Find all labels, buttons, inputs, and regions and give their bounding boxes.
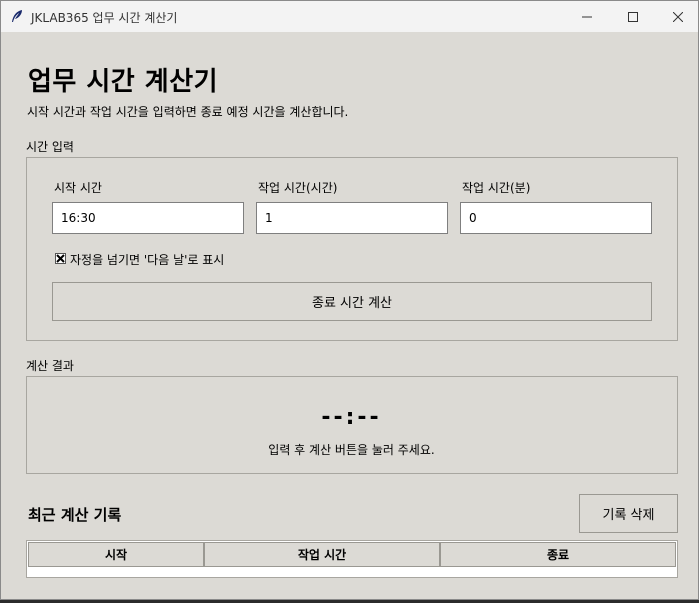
page-title: 업무 시간 계산기 bbox=[28, 67, 219, 97]
start-time-label: 시작 시간 bbox=[54, 181, 102, 195]
minimize-icon bbox=[582, 16, 592, 17]
title-bar[interactable]: JKLAB365 업무 시간 계산기 bbox=[1, 1, 698, 32]
result-time: --:-- bbox=[321, 405, 382, 430]
feather-icon bbox=[10, 9, 24, 23]
work-minutes-label: 작업 시간(분) bbox=[462, 181, 531, 195]
column-header-end[interactable]: 종료 bbox=[440, 542, 676, 567]
maximize-button[interactable] bbox=[610, 1, 656, 32]
close-icon bbox=[673, 11, 683, 22]
app-window: JKLAB365 업무 시간 계산기 업무 시간 계산기 시작 시간과 작업 시… bbox=[0, 0, 699, 600]
page-subtitle: 시작 시간과 작업 시간을 입력하면 종료 예정 시간을 계산합니다. bbox=[27, 105, 349, 119]
result-message: 입력 후 계산 버튼을 눌러 주세요. bbox=[268, 443, 435, 457]
history-title: 최근 계산 기록 bbox=[28, 506, 122, 524]
calculate-button[interactable]: 종료 시간 계산 bbox=[52, 282, 652, 321]
next-day-checkbox[interactable] bbox=[55, 253, 66, 264]
column-header-duration[interactable]: 작업 시간 bbox=[204, 542, 440, 567]
column-header-start[interactable]: 시작 bbox=[28, 542, 204, 567]
window-title: JKLAB365 업무 시간 계산기 bbox=[31, 11, 178, 25]
next-day-label[interactable]: 자정을 넘기면 '다음 날'로 표시 bbox=[70, 251, 224, 268]
maximize-icon bbox=[628, 11, 638, 22]
clear-history-button[interactable]: 기록 삭제 bbox=[579, 494, 678, 533]
history-table[interactable]: 시작 작업 시간 종료 bbox=[26, 540, 678, 578]
close-button[interactable] bbox=[655, 1, 699, 32]
check-x-icon bbox=[56, 254, 65, 263]
work-minutes-input[interactable]: 0 bbox=[460, 202, 652, 234]
minimize-button[interactable] bbox=[564, 1, 610, 32]
work-hours-label: 작업 시간(시간) bbox=[258, 181, 338, 195]
input-group-label: 시간 입력 bbox=[26, 140, 74, 154]
result-group-label: 계산 결과 bbox=[26, 359, 74, 373]
start-time-input[interactable]: 16:30 bbox=[52, 202, 244, 234]
history-table-header: 시작 작업 시간 종료 bbox=[28, 542, 676, 567]
work-hours-input[interactable]: 1 bbox=[256, 202, 448, 234]
